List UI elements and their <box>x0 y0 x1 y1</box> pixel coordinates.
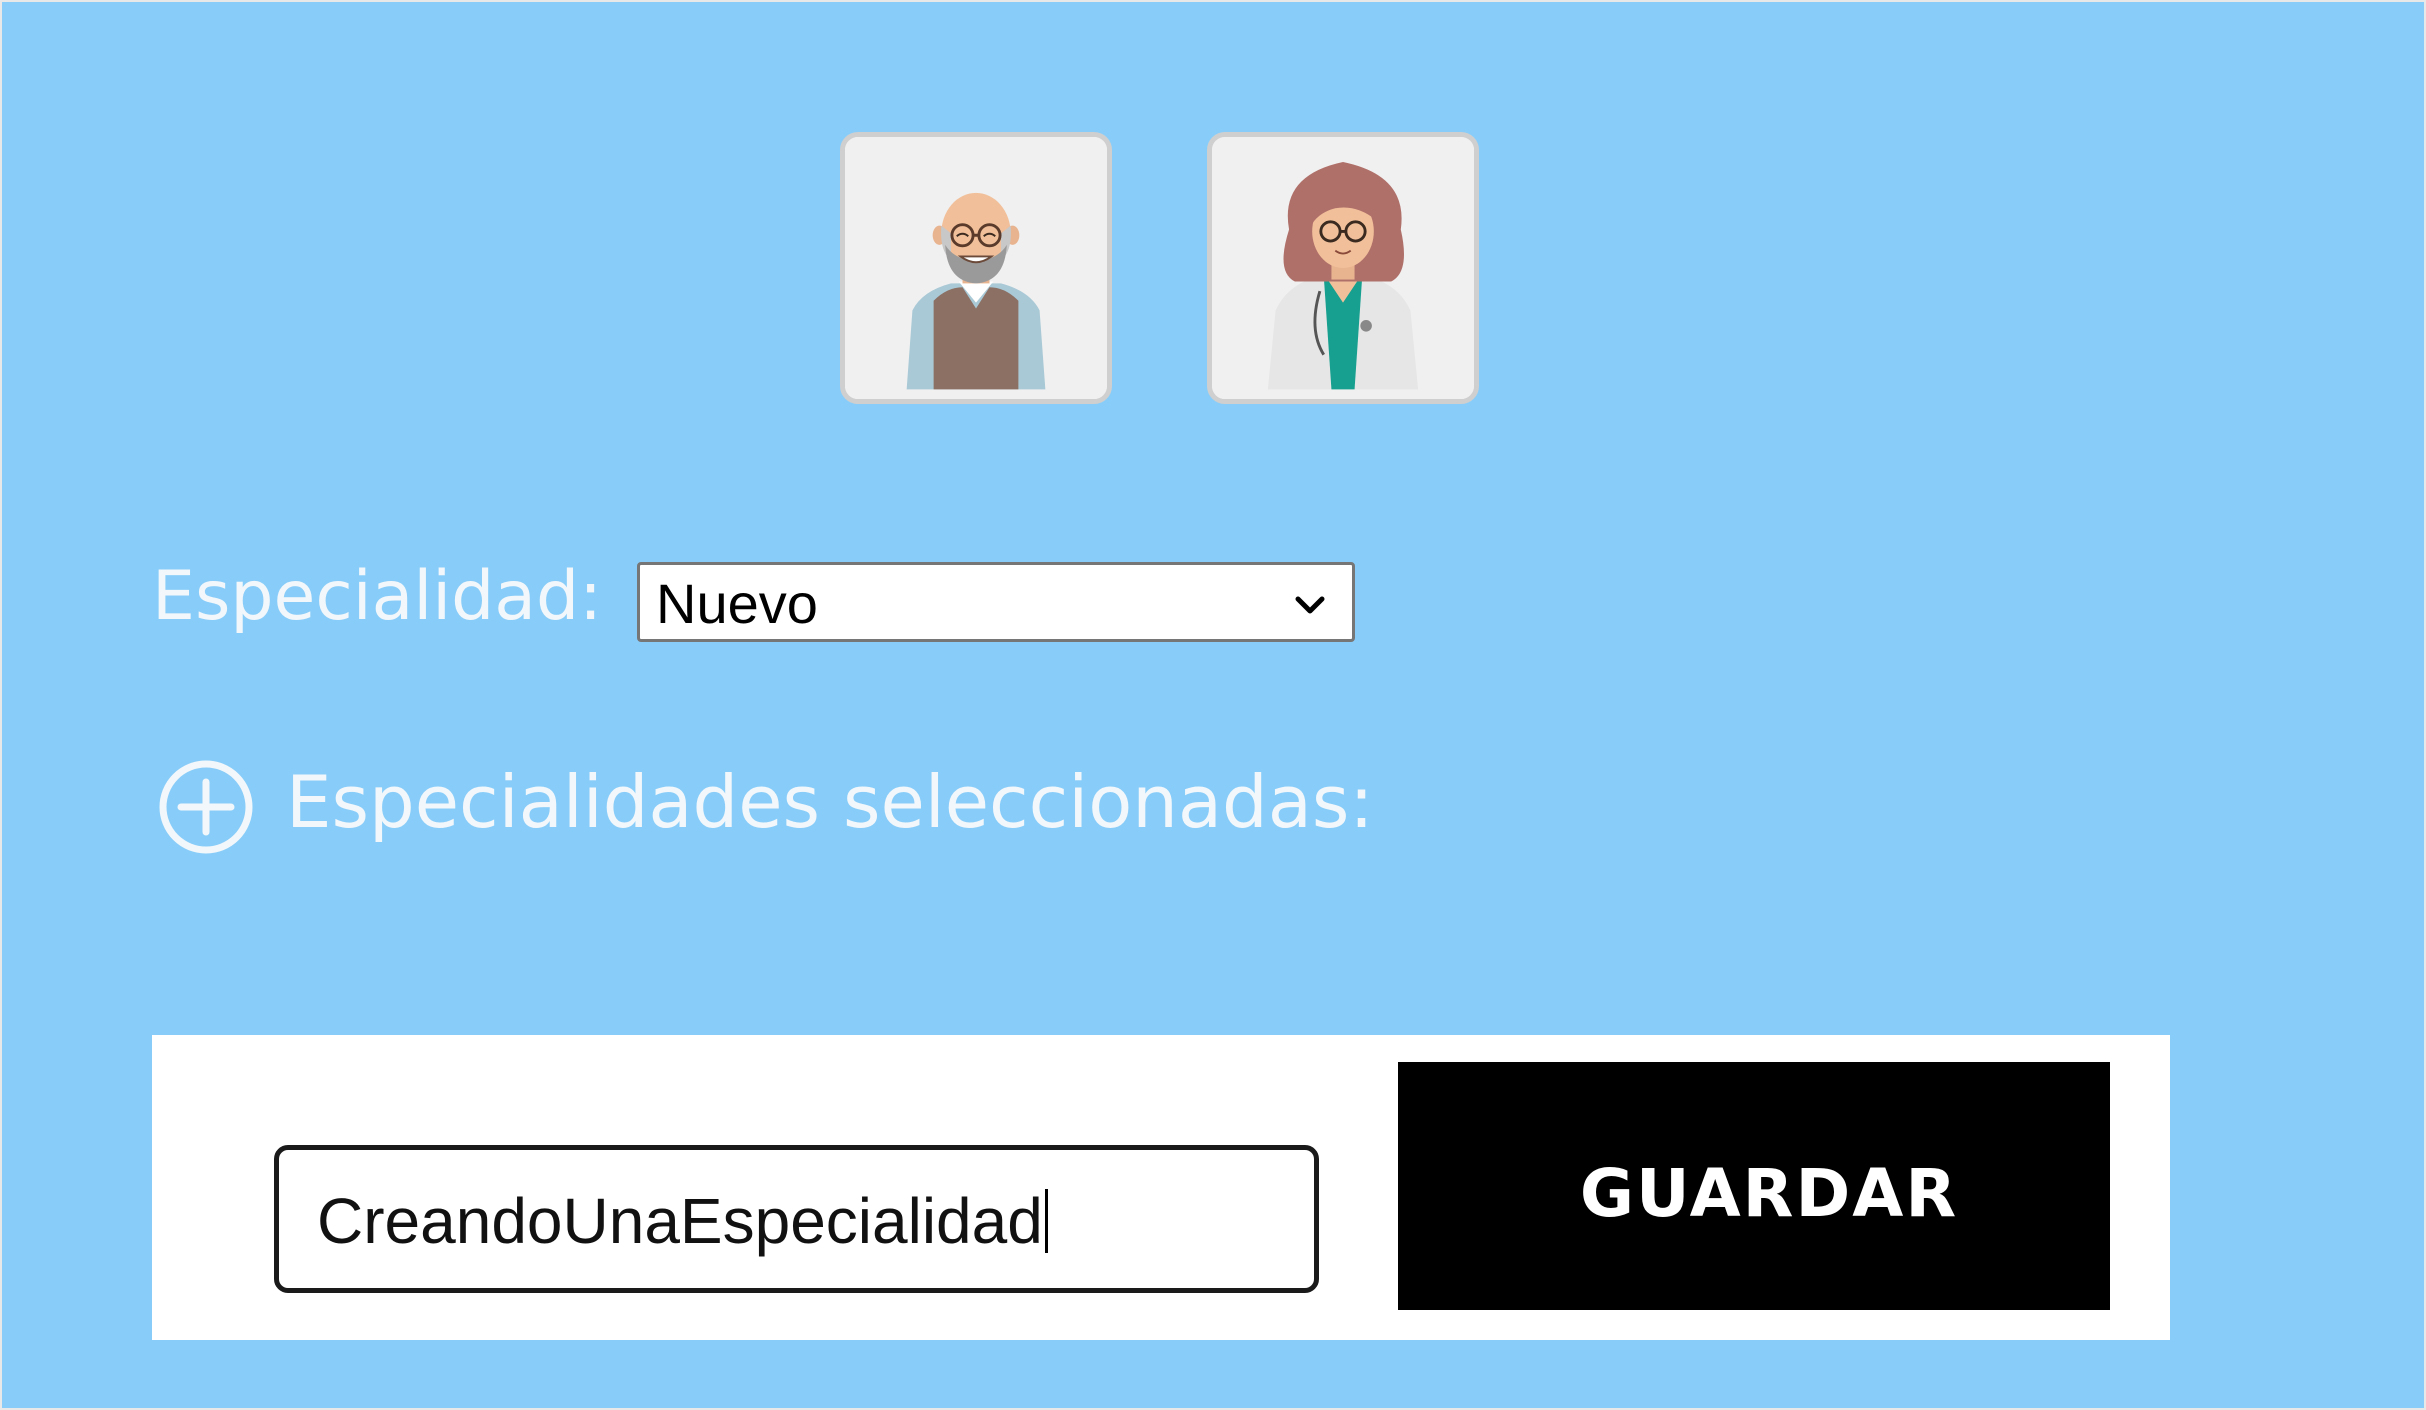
specialty-select[interactable]: Nuevo <box>637 562 1355 642</box>
selected-specialties-label: Especialidades seleccionadas: <box>286 760 1374 844</box>
patient-avatar[interactable] <box>840 132 1112 404</box>
plus-circle-icon[interactable] <box>157 758 255 856</box>
specialty-label: Especialidad: <box>152 557 603 636</box>
save-button[interactable]: GUARDAR <box>1398 1062 2110 1310</box>
text-caret <box>1044 1189 1048 1253</box>
new-specialty-panel: CreandoUnaEspecialidad GUARDAR <box>152 1035 2170 1340</box>
old-man-patient-avatar-icon <box>845 137 1107 399</box>
new-specialty-input-value: CreandoUnaEspecialidad <box>317 1185 1043 1257</box>
doctor-avatar[interactable] <box>1207 132 1479 404</box>
new-specialty-input-value-wrap: CreandoUnaEspecialidad <box>317 1186 1048 1256</box>
woman-doctor-avatar-icon <box>1212 137 1474 399</box>
specialty-select-value: Nuevo <box>656 572 818 635</box>
new-specialty-input[interactable]: CreandoUnaEspecialidad <box>274 1145 1319 1293</box>
save-button-label: GUARDAR <box>1579 1155 1959 1232</box>
page: Especialidad: Nuevo Especialidades selec… <box>0 0 2426 1410</box>
chevron-down-icon <box>1295 596 1325 614</box>
